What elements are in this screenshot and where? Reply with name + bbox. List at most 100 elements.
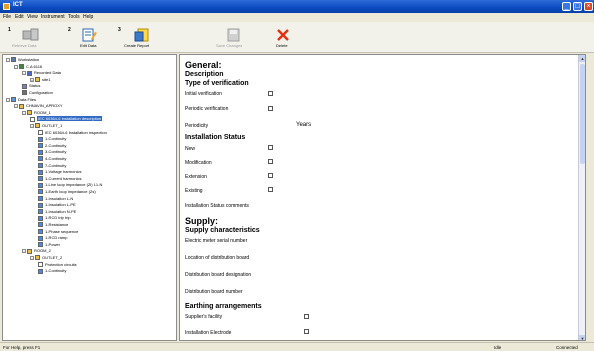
tree-item[interactable]: 1-Power bbox=[38, 242, 60, 248]
status-existing-checkbox[interactable] bbox=[268, 187, 273, 192]
tree-item-label: 1-Voltage harmonics bbox=[45, 169, 82, 175]
edit-data-button[interactable]: 2 Edit Data bbox=[68, 25, 108, 51]
folder-icon bbox=[35, 123, 40, 129]
tree-item[interactable]: - C.A 6116 bbox=[14, 64, 42, 70]
scroll-down-icon[interactable]: ▼ bbox=[579, 335, 585, 340]
measure-icon bbox=[38, 222, 43, 228]
measure-icon bbox=[38, 229, 43, 235]
retrieve-data-button[interactable]: 1 Retrieve Data bbox=[8, 25, 56, 51]
menu-instrument[interactable]: Instrument bbox=[41, 14, 65, 20]
general-heading: General: bbox=[185, 60, 222, 70]
tree-item[interactable]: - ROOM_2 bbox=[22, 248, 51, 254]
tree-item[interactable]: 1-Insulation L-PE bbox=[38, 202, 76, 208]
tree-item[interactable]: 3-Continuity bbox=[38, 149, 66, 155]
step-number-1: 1 bbox=[8, 27, 11, 33]
tree-item[interactable]: - ROOM_1 bbox=[22, 110, 51, 116]
tree-item-label: 1-Earth loop impedance (Zs) bbox=[45, 189, 96, 194]
tree-item[interactable]: - Data Files bbox=[6, 97, 36, 103]
create-report-button[interactable]: 3 Create Report bbox=[118, 25, 168, 51]
tree-item-label: 1-Insulation N-PE bbox=[45, 208, 77, 214]
create-report-label: Create Report bbox=[124, 43, 150, 48]
collapse-icon[interactable]: - bbox=[14, 64, 18, 69]
tree-item[interactable]: IEC 60364-6 Installation inspection bbox=[38, 130, 107, 136]
installation-status-heading: Installation Status bbox=[185, 134, 246, 141]
tree-item[interactable]: - OUTLET_1 bbox=[30, 123, 62, 129]
document-icon bbox=[30, 116, 35, 122]
status-extension-checkbox[interactable] bbox=[268, 173, 273, 178]
collapse-icon[interactable]: - bbox=[6, 97, 10, 102]
tree-item-label: 1-Insulation L-N bbox=[45, 195, 74, 201]
installation-electrode-checkbox[interactable] bbox=[304, 329, 309, 334]
tree-item[interactable]: 7-Continuity bbox=[38, 163, 66, 169]
tree-item[interactable]: 2-Continuity bbox=[38, 143, 66, 149]
tree-item[interactable]: 1-Line loop impedance (Zl) L1-N bbox=[38, 182, 102, 188]
collapse-icon[interactable]: - bbox=[6, 57, 10, 62]
tree-item[interactable]: 1-Resistance bbox=[38, 222, 68, 228]
tree-item[interactable]: - Recorded Data bbox=[22, 70, 61, 76]
folder-icon bbox=[27, 110, 32, 116]
collapse-icon[interactable]: - bbox=[14, 104, 18, 109]
menu-help[interactable]: Help bbox=[83, 14, 93, 20]
menu-tools[interactable]: Tools bbox=[68, 14, 80, 20]
distribution-board-number-label: Distribution board number bbox=[185, 289, 243, 295]
menu-view[interactable]: View bbox=[27, 14, 38, 20]
tree-item[interactable]: IEC 60364-6 Installation description bbox=[30, 116, 103, 122]
folder-icon bbox=[19, 103, 24, 109]
menu-edit[interactable]: Edit bbox=[15, 14, 24, 20]
status-modification-checkbox[interactable] bbox=[268, 159, 273, 164]
tree-item[interactable]: 1-Insulation L-N bbox=[38, 196, 73, 202]
tree-item[interactable]: - CHNAVIN_APROXY bbox=[14, 103, 63, 109]
measure-icon bbox=[38, 268, 43, 274]
suppliers-facility-label: Supplier's facility bbox=[185, 314, 223, 320]
status-extension-label: Extension bbox=[185, 174, 207, 180]
tree-item[interactable]: 1-Earth loop impedance (Zs) bbox=[38, 189, 96, 195]
tree-item[interactable]: 1-RCD trip trip bbox=[38, 215, 71, 221]
tree-item[interactable]: + site1 bbox=[30, 77, 50, 83]
status-bar: For Help, press F1 Idle Connected bbox=[0, 342, 594, 351]
periodic-verification-checkbox[interactable] bbox=[268, 106, 273, 111]
collapse-icon[interactable]: - bbox=[30, 123, 34, 128]
tree-item[interactable]: 1-Current harmonics bbox=[38, 176, 81, 182]
tree-item-label: 1-RCD trip trip bbox=[45, 215, 71, 221]
tree-item[interactable]: Status bbox=[22, 83, 40, 89]
tree-item[interactable]: 1-Continuity bbox=[38, 268, 66, 274]
delete-button[interactable]: Delete bbox=[270, 25, 300, 51]
tree-item[interactable]: 1-Phase sequence bbox=[38, 229, 78, 235]
tree-item[interactable]: Configuration bbox=[22, 90, 53, 96]
tree-item[interactable]: 1-Voltage harmonics bbox=[38, 169, 81, 175]
tree-item[interactable]: 1-Continuity bbox=[38, 136, 66, 142]
folder-icon bbox=[35, 77, 40, 83]
scroll-up-icon[interactable]: ▲ bbox=[579, 55, 585, 62]
expand-icon[interactable]: + bbox=[30, 77, 34, 82]
initial-verification-checkbox[interactable] bbox=[268, 91, 273, 96]
close-button[interactable]: × bbox=[584, 2, 593, 11]
tree-item[interactable]: Protection circuits bbox=[38, 262, 77, 268]
tree-item[interactable]: 4-Continuity bbox=[38, 156, 66, 162]
collapse-icon[interactable]: - bbox=[30, 255, 34, 260]
title-bar: ICT _ □ × bbox=[0, 0, 594, 13]
scroll-thumb[interactable] bbox=[580, 64, 585, 164]
save-changes-label: Save Changes bbox=[216, 43, 243, 48]
tree-item[interactable]: 1-Insulation N-PE bbox=[38, 209, 76, 215]
collapse-icon[interactable]: - bbox=[22, 249, 26, 254]
menu-bar: File Edit View Instrument Tools Help bbox=[0, 13, 594, 22]
suppliers-facility-checkbox[interactable] bbox=[304, 314, 309, 319]
retrieve-data-icon bbox=[22, 28, 39, 41]
maximize-button[interactable]: □ bbox=[573, 2, 582, 11]
minimize-button[interactable]: _ bbox=[562, 2, 571, 11]
form-scrollbar[interactable]: ▲ ▼ bbox=[578, 55, 585, 340]
measure-icon bbox=[38, 202, 43, 208]
tree-item[interactable]: 1-RCD ramp bbox=[38, 235, 67, 241]
tree-item-label: Workstation bbox=[18, 57, 40, 62]
document-icon bbox=[38, 262, 43, 268]
data-tree[interactable]: - Workstation - C.A 6116- Recorded Data + site… bbox=[2, 54, 177, 341]
save-changes-button[interactable]: Save Changes bbox=[212, 25, 252, 51]
menu-file[interactable]: File bbox=[3, 14, 11, 20]
status-new-checkbox[interactable] bbox=[268, 145, 273, 150]
tree-item[interactable]: - Workstation bbox=[6, 57, 39, 63]
periodic-verification-label: Periodic verification bbox=[185, 106, 229, 112]
collapse-icon[interactable]: - bbox=[22, 71, 26, 76]
collapse-icon[interactable]: - bbox=[22, 110, 26, 115]
tree-item[interactable]: - OUTLET_2 bbox=[30, 255, 62, 261]
tree-item-label: C.A 6116 bbox=[26, 63, 43, 69]
